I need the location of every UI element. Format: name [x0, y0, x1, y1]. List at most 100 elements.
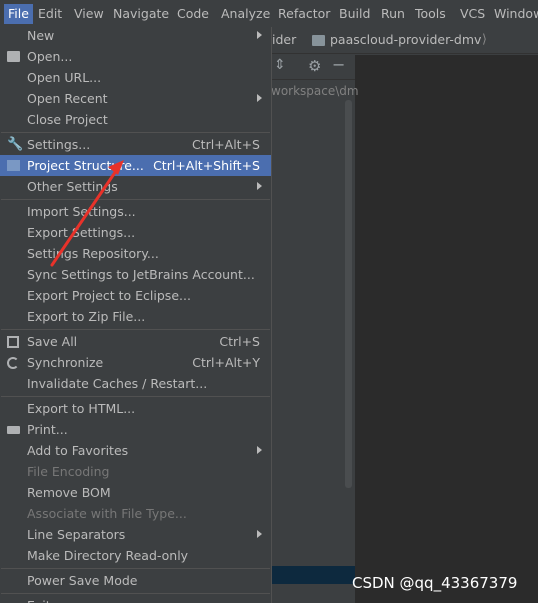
menu-item-label: Associate with File Type... [27, 506, 187, 521]
menu-item-label: Remove BOM [27, 485, 111, 500]
minimize-icon[interactable]: − [332, 55, 345, 74]
menu-item-export-settings[interactable]: Export Settings... [0, 222, 271, 243]
menu-item-invalidate-caches[interactable]: Invalidate Caches / Restart... [0, 373, 271, 394]
breadcrumb-separator: ⟩ [482, 31, 487, 46]
submenu-arrow-icon [257, 182, 262, 190]
sync-icon [7, 357, 19, 369]
menu-item-label: Synchronize [27, 355, 104, 370]
menu-item-label: Other Settings [27, 179, 118, 194]
menu-item-label: Import Settings... [27, 204, 136, 219]
menu-item-label: Open... [27, 49, 73, 64]
menu-item-save-all[interactable]: Save All Ctrl+S [0, 331, 271, 352]
project-toolbar: ⇕ ⚙ − [270, 55, 355, 80]
gear-icon[interactable]: ⚙ [308, 57, 321, 75]
menu-item-label: File Encoding [27, 464, 110, 479]
menu-analyze[interactable]: Analyze [221, 5, 270, 23]
menu-item-shortcut: Ctrl+Alt+Y [192, 355, 260, 370]
collapse-icon[interactable]: ⇕ [274, 57, 286, 73]
menu-item-project-structure[interactable]: Project Structure... Ctrl+Alt+Shift+S [0, 155, 271, 176]
menu-item-label: Exit [27, 595, 51, 603]
menu-item-label: Invalidate Caches / Restart... [27, 376, 208, 391]
menu-item-shortcut: Ctrl+Alt+S [191, 137, 260, 152]
menu-item-other-settings[interactable]: Other Settings [0, 176, 271, 197]
menu-build[interactable]: Build [339, 5, 370, 23]
submenu-arrow-icon [257, 94, 262, 102]
editor-area[interactable] [355, 55, 538, 603]
menu-edit[interactable]: Edit [38, 5, 62, 23]
menu-item-label: Save All [27, 334, 78, 349]
status-strip [270, 566, 355, 584]
menu-separator [1, 396, 270, 397]
printer-icon [7, 426, 20, 434]
menu-separator [1, 568, 270, 569]
wrench-icon: 🔧 [7, 137, 24, 152]
menu-item-label: New [27, 28, 55, 43]
menu-tools[interactable]: Tools [415, 5, 446, 23]
menu-item-new[interactable]: New [0, 27, 271, 46]
project-path: workspace\dm [271, 84, 359, 98]
menu-run[interactable]: Run [381, 5, 405, 23]
submenu-arrow-icon [257, 31, 262, 39]
menu-item-synchronize[interactable]: Synchronize Ctrl+Alt+Y [0, 352, 271, 373]
menu-item-line-separators[interactable]: Line Separators [0, 524, 271, 545]
menu-item-label: Open URL... [27, 70, 102, 85]
menu-item-exit[interactable]: Exit [0, 595, 271, 603]
menu-item-close-project[interactable]: Close Project [0, 109, 271, 130]
menu-item-label: Add to Favorites [27, 443, 129, 458]
menu-item-sync-settings[interactable]: Sync Settings to JetBrains Account... [0, 264, 271, 285]
menu-item-export-eclipse[interactable]: Export Project to Eclipse... [0, 285, 271, 306]
menu-item-open-recent[interactable]: Open Recent [0, 88, 271, 109]
folder-icon [312, 35, 325, 46]
menu-item-label: Settings Repository... [27, 246, 159, 261]
menu-item-label: Export Project to Eclipse... [27, 288, 191, 303]
menu-bar: File Edit View Navigate Code Analyze Ref… [0, 0, 538, 27]
breadcrumb-project[interactable]: paascloud-provider-dmv [330, 32, 481, 47]
menu-file[interactable]: File [4, 4, 33, 24]
menu-item-remove-bom[interactable]: Remove BOM [0, 482, 271, 503]
scrollbar[interactable] [345, 100, 352, 488]
menu-item-export-zip[interactable]: Export to Zip File... [0, 306, 271, 327]
menu-item-label: Make Directory Read-only [27, 548, 189, 563]
menu-item-label: Print... [27, 422, 68, 437]
breadcrumb: ider paascloud-provider-dmv ⟩ [270, 27, 538, 54]
watermark: CSDN @qq_43367379 [352, 574, 518, 592]
menu-item-label: Export to HTML... [27, 401, 136, 416]
menu-item-shortcut: Ctrl+S [219, 334, 260, 349]
menu-item-file-encoding: File Encoding [0, 461, 271, 482]
menu-item-label: Line Separators [27, 527, 126, 542]
menu-item-shortcut: Ctrl+Alt+Shift+S [153, 158, 260, 173]
menu-item-label: Export to Zip File... [27, 309, 146, 324]
menu-item-label: Power Save Mode [27, 573, 138, 588]
file-menu-dropdown: New Open... Open URL... Open Recent Clos… [0, 27, 272, 603]
menu-item-print[interactable]: Print... [0, 419, 271, 440]
menu-item-open[interactable]: Open... [0, 46, 271, 67]
menu-item-power-save[interactable]: Power Save Mode [0, 570, 271, 591]
menu-code[interactable]: Code [177, 5, 209, 23]
menu-item-export-html[interactable]: Export to HTML... [0, 398, 271, 419]
menu-navigate[interactable]: Navigate [113, 5, 169, 23]
submenu-arrow-icon [257, 530, 262, 538]
menu-view[interactable]: View [74, 5, 104, 23]
submenu-arrow-icon [257, 446, 262, 454]
menu-separator [1, 593, 270, 594]
menu-separator [1, 199, 270, 200]
breadcrumb-item[interactable]: ider [272, 32, 296, 47]
menu-item-label: Sync Settings to JetBrains Account... [27, 267, 255, 282]
menu-item-label: Close Project [27, 112, 108, 127]
menu-item-label: Export Settings... [27, 225, 136, 240]
project-structure-icon [7, 160, 20, 171]
menu-refactor[interactable]: Refactor [278, 5, 330, 23]
save-icon [7, 336, 19, 348]
menu-item-add-favorites[interactable]: Add to Favorites [0, 440, 271, 461]
menu-separator [1, 329, 270, 330]
menu-item-settings[interactable]: 🔧 Settings... Ctrl+Alt+S [0, 134, 271, 155]
menu-item-label: Open Recent [27, 91, 108, 106]
menu-item-make-readonly[interactable]: Make Directory Read-only [0, 545, 271, 566]
menu-item-associate-file-type: Associate with File Type... [0, 503, 271, 524]
menu-vcs[interactable]: VCS [460, 5, 485, 23]
menu-item-open-url[interactable]: Open URL... [0, 67, 271, 88]
menu-item-import-settings[interactable]: Import Settings... [0, 201, 271, 222]
menu-item-settings-repository[interactable]: Settings Repository... [0, 243, 271, 264]
menu-window[interactable]: Window [494, 5, 538, 23]
menu-item-label: Settings... [27, 137, 91, 152]
